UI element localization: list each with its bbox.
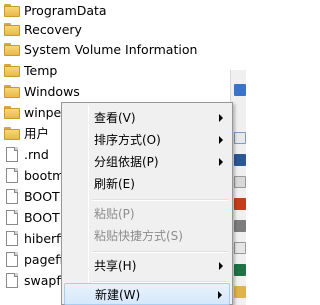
file-name: pagefi (24, 252, 64, 267)
file-row-programdata[interactable]: ProgramData (0, 0, 246, 21)
file-row-windows[interactable]: Windows (0, 81, 246, 102)
submenu-arrow-icon (219, 158, 223, 166)
menu-item-paste-shortcut: 粘贴快捷方式(S) (64, 225, 230, 247)
file-name: hiberfi (24, 231, 65, 246)
archive-icon (234, 286, 246, 298)
file-name: Windows (24, 84, 80, 99)
word-icon (234, 154, 246, 166)
file-icon (4, 189, 20, 204)
file-name: Recovery (24, 22, 82, 37)
menu-item-paste: 粘贴(P) (64, 203, 230, 225)
file-icon (4, 252, 20, 267)
menu-item-group-by[interactable]: 分组依据(P) (64, 151, 230, 173)
file-icon (4, 231, 20, 246)
context-menu: 查看(V) 排序方式(O) 分组依据(P) 刷新(E) 粘贴(P) 粘贴快捷方式… (61, 102, 233, 305)
folder-icon (4, 42, 20, 57)
contact-icon (234, 176, 246, 188)
folder-icon (4, 63, 20, 78)
file-row-temp[interactable]: Temp (0, 60, 246, 81)
menu-item-label: 粘贴快捷方式(S) (94, 229, 183, 243)
file-icon (234, 220, 246, 232)
menu-separator (92, 251, 228, 253)
submenu-arrow-icon (219, 114, 223, 122)
excel-icon (234, 264, 246, 276)
submenu-arrow-icon (218, 291, 222, 299)
folder-icon (4, 126, 20, 141)
folder-icon (4, 84, 20, 99)
menu-item-label: 新建(W) (95, 288, 141, 302)
menu-item-label: 刷新(E) (94, 177, 135, 191)
menu-item-label: 粘贴(P) (94, 207, 135, 221)
menu-item-label: 排序方式(O) (94, 133, 161, 147)
file-name: Temp (24, 63, 58, 78)
file-row-system-volume-information[interactable]: System Volume Information (0, 39, 246, 60)
file-name: 用户 (24, 126, 50, 141)
file-name: BOOT (24, 210, 60, 225)
file-icon (4, 210, 20, 225)
folder-blue-icon (234, 84, 246, 96)
menu-item-view[interactable]: 查看(V) (64, 107, 230, 129)
file-name: swapfi (24, 273, 65, 288)
menu-item-share-with[interactable]: 共享(H) (64, 255, 230, 277)
file-icon (4, 168, 20, 183)
file-name: ProgramData (24, 3, 107, 18)
file-name: bootm (24, 168, 65, 183)
menu-item-new[interactable]: 新建(W) (64, 283, 230, 305)
menu-item-label: 查看(V) (94, 111, 136, 125)
file-name: .rnd (24, 147, 49, 162)
menu-item-refresh[interactable]: 刷新(E) (64, 173, 230, 195)
file-icon (4, 273, 20, 288)
folder-icon (4, 22, 20, 37)
folder-icon (4, 3, 20, 18)
file-name: System Volume Information (24, 42, 198, 57)
doc-icon (234, 132, 246, 144)
menu-item-label: 共享(H) (94, 259, 137, 273)
powerpoint-icon (234, 198, 246, 210)
folder-icon (4, 105, 20, 120)
submenu-arrow-icon (219, 262, 223, 270)
menu-item-sort-by[interactable]: 排序方式(O) (64, 129, 230, 151)
file-row-recovery[interactable]: Recovery (0, 19, 246, 40)
submenu-arrow-icon (219, 136, 223, 144)
file-icon (4, 147, 20, 162)
file-name: BOOT (24, 189, 60, 204)
menu-separator (92, 199, 228, 201)
menu-item-label: 分组依据(P) (94, 155, 159, 169)
text-icon (234, 242, 246, 254)
